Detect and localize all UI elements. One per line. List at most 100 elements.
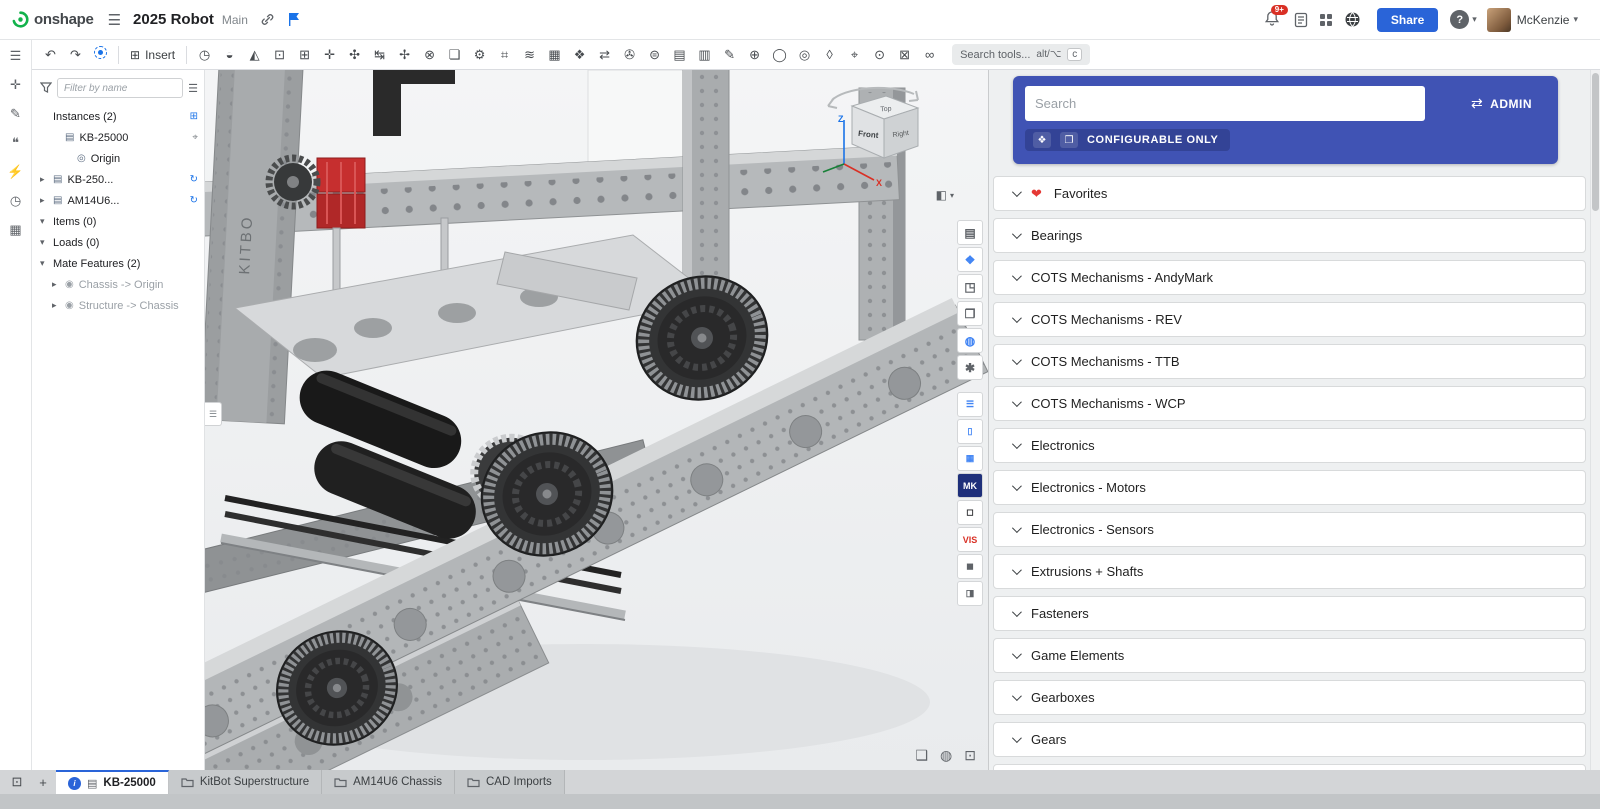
side-toolbar-button[interactable]: MK [957,473,983,498]
document-title[interactable]: 2025 Robot [133,11,214,28]
left-strip-icon[interactable]: ⚡ [7,164,23,180]
scrollbar-thumb[interactable] [1592,73,1599,211]
learn-flag-icon[interactable] [287,12,301,27]
toolbar-tool-icon[interactable]: ✇ [617,43,642,67]
redo-icon[interactable]: ↷ [63,43,88,67]
tree-caret[interactable]: ▸ [52,300,60,311]
camera-options-button[interactable]: ◧ ▾ [936,188,954,202]
side-toolbar-button[interactable]: ◳ [957,274,983,299]
tab-manager-icon[interactable]: ⊡ [4,770,30,794]
category-row[interactable]: Electronics [993,428,1586,463]
side-toolbar-button[interactable]: ❖ [957,247,983,272]
tree-item-structure-chassis-mate[interactable]: ▸ ◉ Structure -> Chassis [32,295,204,316]
category-row[interactable]: Gears [993,722,1586,757]
left-strip-icon[interactable]: ☰ [10,48,22,64]
tree-caret[interactable]: ▸ [40,174,48,185]
toolbar-tool-icon[interactable]: ⊠ [892,43,917,67]
tab-kitbot-superstructure[interactable]: KitBot Superstructure [169,770,322,794]
community-icon[interactable] [1344,11,1361,28]
category-row[interactable]: COTS Mechanisms - WCP [993,386,1586,421]
update-available-icon[interactable]: ↻ [190,174,198,185]
category-row-partial[interactable] [993,764,1586,770]
help-button[interactable]: ? [1450,10,1469,29]
tree-item-mate-features[interactable]: ▾ Mate Features (2) [32,253,204,274]
parts-search-input[interactable] [1025,86,1425,121]
tree-item-kb25000[interactable]: ▤ KB-25000 ⌖ [32,127,204,148]
filter-funnel-icon[interactable] [40,82,52,94]
undo-icon[interactable]: ↶ [38,43,63,67]
side-toolbar-button[interactable]: ◨ [957,581,983,606]
tree-item-instances[interactable]: Instances (2) ⊞ [32,106,204,127]
user-menu-caret-icon[interactable]: ▾ [1573,14,1578,25]
side-toolbar-button[interactable]: ◍ [957,328,983,353]
toolbar-tool-icon[interactable]: ⊕ [742,43,767,67]
category-row[interactable]: COTS Mechanisms - AndyMark [993,260,1586,295]
side-toolbar-button[interactable]: ▤ [957,220,983,245]
toolbar-tool-icon[interactable]: ◯ [767,43,792,67]
left-strip-icon[interactable]: ✛ [10,77,21,93]
assembly-info-icon[interactable]: i [68,777,81,790]
category-row[interactable]: Gearboxes [993,680,1586,715]
panel-scrollbar[interactable] [1590,70,1600,770]
toolbar-tool-icon[interactable]: ≋ [517,43,542,67]
admin-button[interactable]: ⇄ ADMIN [1471,95,1532,112]
toolbar-tool-icon[interactable]: ▤ [667,43,692,67]
edit-in-context-icon[interactable]: ⊞ [190,111,198,122]
toolbar-tool-icon[interactable]: ❏ [442,43,467,67]
release-notes-icon[interactable] [1294,12,1308,28]
toolbar-tool-icon[interactable]: ◭ [242,43,267,67]
tab-am14u6-chassis[interactable]: AM14U6 Chassis [322,770,455,794]
view-cube[interactable]: Top Front Right Z X [814,84,944,202]
user-avatar[interactable] [1487,8,1511,32]
toolbar-tool-icon[interactable]: ◒ [217,43,242,67]
tree-collapse-handle[interactable]: ☰ [205,402,222,426]
tree-caret[interactable]: ▾ [40,258,48,269]
toolbar-tool-icon[interactable]: ⇄ [592,43,617,67]
toolbar-tool-icon[interactable]: ◊ [817,43,842,67]
tree-caret[interactable]: ▾ [40,237,48,248]
side-toolbar-button[interactable]: ▦ [957,446,983,471]
notifications-button[interactable]: 9+ [1264,10,1280,30]
filter-input[interactable] [57,78,183,98]
tree-item-am14u6-sub[interactable]: ▸ ▤ AM14U6... ↻ [32,190,204,211]
app-store-icon[interactable] [1320,14,1332,26]
new-tab-button[interactable]: + [30,770,56,794]
side-toolbar-button[interactable]: ▯ [957,419,983,444]
tree-caret[interactable]: ▸ [52,279,60,290]
left-strip-icon[interactable]: ❝ [12,135,19,151]
3d-viewport[interactable]: KITBO [205,70,988,770]
category-row[interactable]: COTS Mechanisms - TTB [993,344,1586,379]
toolbar-tool-icon[interactable]: ⊗ [417,43,442,67]
toolbar-tool-icon[interactable]: ◷ [192,43,217,67]
search-tools-button[interactable]: Search tools... alt/⌥ c [952,44,1090,65]
update-in-context-icon[interactable] [88,43,113,67]
left-strip-icon[interactable]: ▦ [9,222,21,238]
toolbar-tool-icon[interactable]: ↹ [367,43,392,67]
tree-item-items[interactable]: ▾ Items (0) [32,211,204,232]
side-toolbar-button[interactable]: ◼ [957,554,983,579]
toolbar-tool-icon[interactable]: ⊜ [642,43,667,67]
category-row[interactable]: Electronics - Sensors [993,512,1586,547]
side-toolbar-button[interactable]: ☰ [957,392,983,417]
insert-button[interactable]: ⊞ Insert [124,48,181,62]
toolbar-tool-icon[interactable]: ▥ [692,43,717,67]
tab-cad-imports[interactable]: CAD Imports [455,770,565,794]
category-row[interactable]: Fasteners [993,596,1586,631]
category-row[interactable]: Electronics - Motors [993,470,1586,505]
category-row[interactable]: Game Elements [993,638,1586,673]
toolbar-tool-icon[interactable]: ▦ [542,43,567,67]
appearance-sphere-icon[interactable]: ◍ [940,747,952,764]
onshape-logo[interactable]: onshape [12,11,94,28]
category-row[interactable]: Bearings [993,218,1586,253]
fullscreen-icon[interactable]: ⊡ [964,747,976,764]
tree-item-chassis-origin-mate[interactable]: ▸ ◉ Chassis -> Origin [32,274,204,295]
toolbar-tool-icon[interactable]: ✎ [717,43,742,67]
tree-caret[interactable]: ▾ [40,216,48,227]
toolbar-tool-icon[interactable]: ⊞ [292,43,317,67]
toolbar-tool-icon[interactable]: ✢ [392,43,417,67]
side-toolbar-button[interactable]: ◻ [957,500,983,525]
toolbar-tool-icon[interactable]: ∞ [917,43,942,67]
tab-kb-25000[interactable]: i ▤ KB-25000 [56,770,169,794]
main-menu-icon[interactable]: ☰ [108,11,121,29]
category-row[interactable]: COTS Mechanisms - REV [993,302,1586,337]
